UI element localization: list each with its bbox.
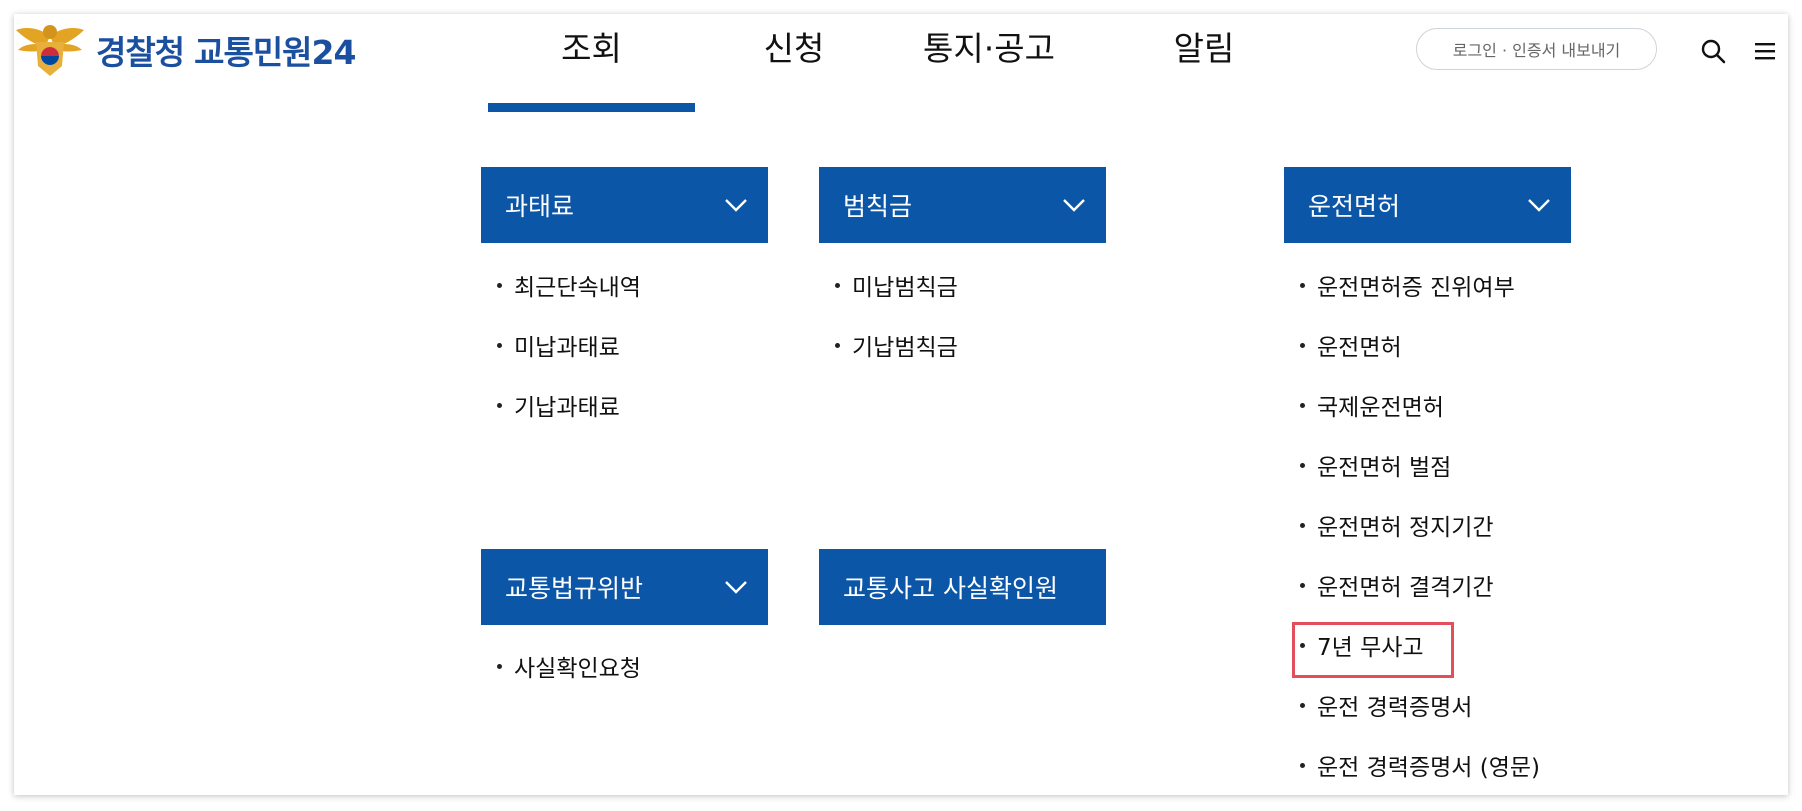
- menu-header-label: 범칙금: [843, 192, 913, 221]
- bullet-icon: [1300, 582, 1305, 588]
- menu-header-violation[interactable]: 교통법규위반: [481, 549, 768, 625]
- bullet-icon: [1300, 282, 1305, 288]
- submenu-item-license[interactable]: 운전면허: [1297, 315, 1540, 375]
- violation-submenu: 사실확인요청: [494, 636, 641, 696]
- nav-tab-label: 알림: [1173, 29, 1235, 68]
- menu-header-license[interactable]: 운전면허: [1284, 167, 1571, 243]
- submenu-item-label: 운전 경력증명서: [1317, 695, 1473, 721]
- nav-tab-apply[interactable]: 신청: [704, 14, 884, 78]
- nav-tab-label: 통지·공고: [923, 29, 1055, 68]
- menu-header-fines[interactable]: 과태료: [481, 167, 768, 243]
- selection-highlight-box: [1292, 622, 1454, 678]
- submenu-item-unpaid-penalties[interactable]: 미납범칙금: [832, 255, 958, 315]
- nav-tab-label: 조회: [561, 29, 622, 68]
- menu-header-label: 교통법규위반: [505, 574, 644, 603]
- submenu-item-label: 기납범칙금: [852, 335, 958, 361]
- bullet-icon: [1300, 462, 1305, 468]
- nav-tab-inquiry[interactable]: 조회: [488, 14, 695, 78]
- active-tab-indicator: [488, 103, 695, 112]
- menu-header-accident[interactable]: 교통사고 사실확인원: [819, 549, 1106, 625]
- submenu-item-paid-penalties[interactable]: 기납범칙금: [832, 315, 958, 375]
- logo-service-text: 교통민원24: [194, 33, 356, 72]
- submenu-item-label: 최근단속내역: [514, 275, 641, 301]
- nav-tab-alerts[interactable]: 알림: [1114, 14, 1294, 78]
- login-button[interactable]: 로그인 · 인증서 내보내기: [1416, 28, 1657, 70]
- site-logo[interactable]: 경찰청 교통민원24: [14, 22, 356, 78]
- menu-header-label: 과태료: [505, 192, 575, 221]
- submenu-item-label: 운전면허증 진위여부: [1317, 275, 1515, 301]
- submenu-item-fact-check-request[interactable]: 사실확인요청: [494, 636, 641, 696]
- submenu-item-label: 운전면허 결격기간: [1317, 575, 1494, 601]
- chevron-down-icon: [1063, 199, 1085, 212]
- chevron-down-icon: [725, 581, 747, 594]
- submenu-item-driving-record-certificate-english[interactable]: 운전 경력증명서 (영문): [1297, 735, 1540, 795]
- bullet-icon: [497, 663, 502, 669]
- submenu-item-disqualification-period[interactable]: 운전면허 결격기간: [1297, 555, 1540, 615]
- bullet-icon: [835, 342, 840, 348]
- submenu-item-recent-enforcement[interactable]: 최근단속내역: [494, 255, 641, 315]
- submenu-item-label: 운전면허 정지기간: [1317, 515, 1494, 541]
- bullet-icon: [497, 282, 502, 288]
- nav-tab-notice[interactable]: 통지·공고: [894, 14, 1084, 78]
- bullet-icon: [1300, 762, 1305, 768]
- submenu-item-label: 사실확인요청: [514, 656, 641, 682]
- bullet-icon: [1300, 342, 1305, 348]
- bullet-icon: [497, 342, 502, 348]
- chevron-down-icon: [725, 199, 747, 212]
- submenu-item-label: 미납범칙금: [852, 275, 958, 301]
- submenu-item-label: 국제운전면허: [1317, 395, 1444, 421]
- submenu-item-license-authenticity[interactable]: 운전면허증 진위여부: [1297, 255, 1540, 315]
- bullet-icon: [1300, 522, 1305, 528]
- police-emblem-icon: [16, 25, 84, 76]
- logo-agency-text: 경찰청: [96, 33, 185, 72]
- submenu-item-unpaid-fines[interactable]: 미납과태료: [494, 315, 641, 375]
- login-button-label: 로그인 · 인증서 내보내기: [1452, 41, 1621, 60]
- logo-text: 경찰청 교통민원24: [96, 26, 356, 74]
- chevron-down-icon: [1528, 199, 1550, 212]
- submenu-item-label: 운전면허: [1317, 335, 1402, 361]
- penalties-submenu: 미납범칙금 기납범칙금: [832, 255, 958, 375]
- submenu-item-label: 기납과태료: [514, 395, 620, 421]
- submenu-item-label: 운전 경력증명서 (영문): [1317, 755, 1541, 781]
- submenu-item-license-points[interactable]: 운전면허 벌점: [1297, 435, 1540, 495]
- bullet-icon: [1300, 702, 1305, 708]
- submenu-item-label: 운전면허 벌점: [1317, 455, 1452, 481]
- submenu-item-paid-fines[interactable]: 기납과태료: [494, 375, 641, 435]
- bullet-icon: [1300, 402, 1305, 408]
- submenu-item-suspension-period[interactable]: 운전면허 정지기간: [1297, 495, 1540, 555]
- bullet-icon: [835, 282, 840, 288]
- bullet-icon: [497, 402, 502, 408]
- menu-header-label: 교통사고 사실확인원: [843, 574, 1058, 603]
- license-submenu: 운전면허증 진위여부 운전면허 국제운전면허 운전면허 벌점 운전면허 정지기간…: [1297, 255, 1540, 795]
- nav-tab-label: 신청: [763, 29, 825, 68]
- fines-submenu: 최근단속내역 미납과태료 기납과태료: [494, 255, 641, 435]
- page-frame: 경찰청 교통민원24 조회 신청 통지·공고 알림 로그인 · 인증서 내보내기 …: [14, 14, 1788, 795]
- search-icon[interactable]: [1700, 38, 1726, 64]
- submenu-item-label: 미납과태료: [514, 335, 620, 361]
- menu-header-penalties[interactable]: 범칙금: [819, 167, 1106, 243]
- submenu-item-international-license[interactable]: 국제운전면허: [1297, 375, 1540, 435]
- hamburger-menu-icon[interactable]: [1754, 40, 1776, 62]
- menu-header-label: 운전면허: [1308, 192, 1401, 221]
- submenu-item-driving-record-certificate[interactable]: 운전 경력증명서: [1297, 675, 1540, 735]
